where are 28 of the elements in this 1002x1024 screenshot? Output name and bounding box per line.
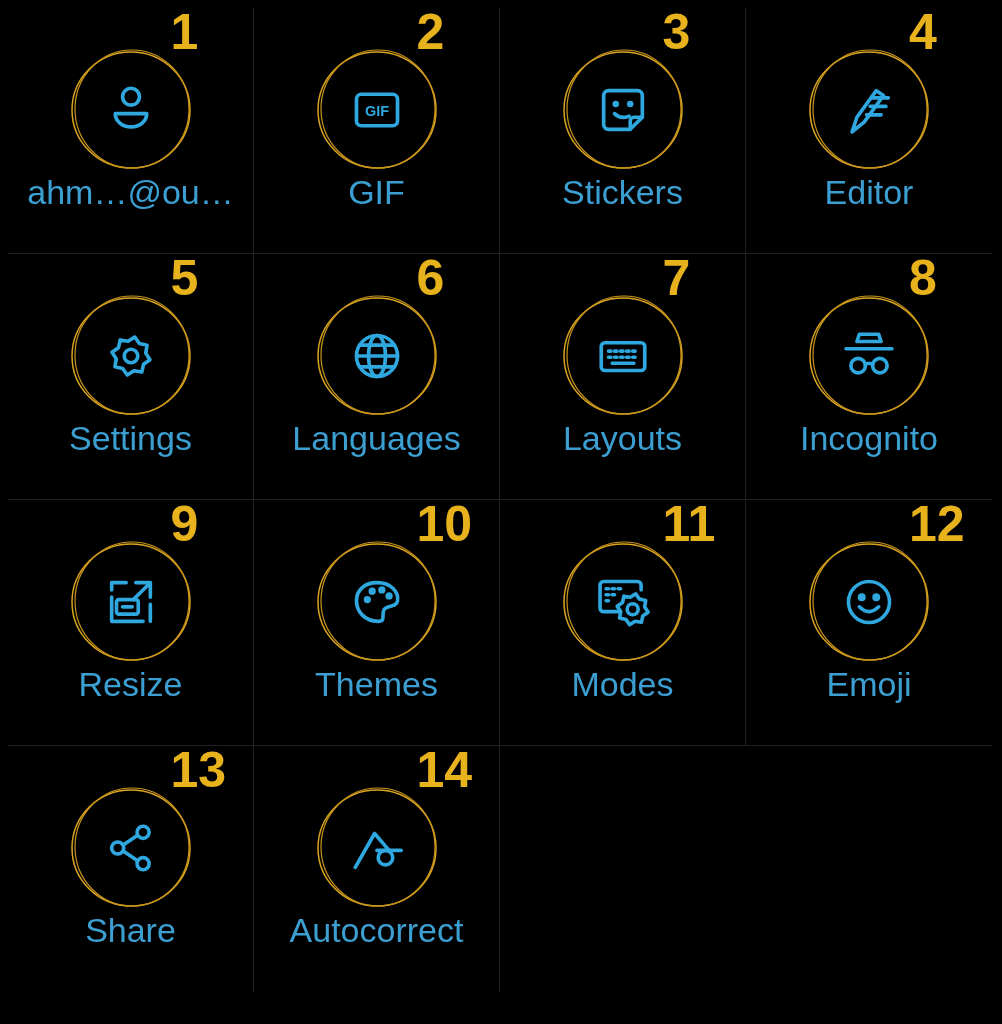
menu-label[interactable]: ahm…@ou…: [27, 172, 234, 212]
annotation-number: 3: [662, 4, 691, 60]
annotation-number: 9: [170, 496, 199, 552]
menu-label[interactable]: Emoji: [826, 664, 912, 704]
menu-label[interactable]: Autocorrect: [289, 910, 464, 950]
menu-label[interactable]: Themes: [315, 664, 438, 704]
annotation-number: 14: [416, 742, 473, 798]
annotation-number: 10: [416, 496, 473, 552]
menu-label[interactable]: Languages: [292, 418, 461, 458]
annotation-number: 4: [909, 4, 937, 60]
menu-label[interactable]: Share: [85, 910, 176, 950]
annotation-number: 5: [170, 250, 199, 306]
menu-label[interactable]: Stickers: [562, 172, 683, 212]
menu-label[interactable]: Incognito: [800, 418, 938, 458]
menu-label[interactable]: Settings: [69, 418, 192, 458]
annotation-number: 11: [662, 496, 716, 552]
menu-label[interactable]: GIF: [348, 172, 405, 212]
menu-label[interactable]: Modes: [571, 664, 674, 704]
annotation-number: 6: [416, 250, 445, 306]
annotation-number: 1: [170, 4, 199, 60]
annotation-number: 13: [170, 742, 227, 798]
annotation-number: 2: [416, 4, 445, 60]
annotation-number: 7: [662, 250, 691, 306]
menu-label[interactable]: Editor: [824, 172, 914, 212]
menu-label[interactable]: Resize: [78, 664, 183, 704]
annotation-number: 8: [909, 250, 937, 306]
annotation-number: 12: [909, 496, 965, 552]
menu-label[interactable]: Layouts: [562, 418, 683, 458]
